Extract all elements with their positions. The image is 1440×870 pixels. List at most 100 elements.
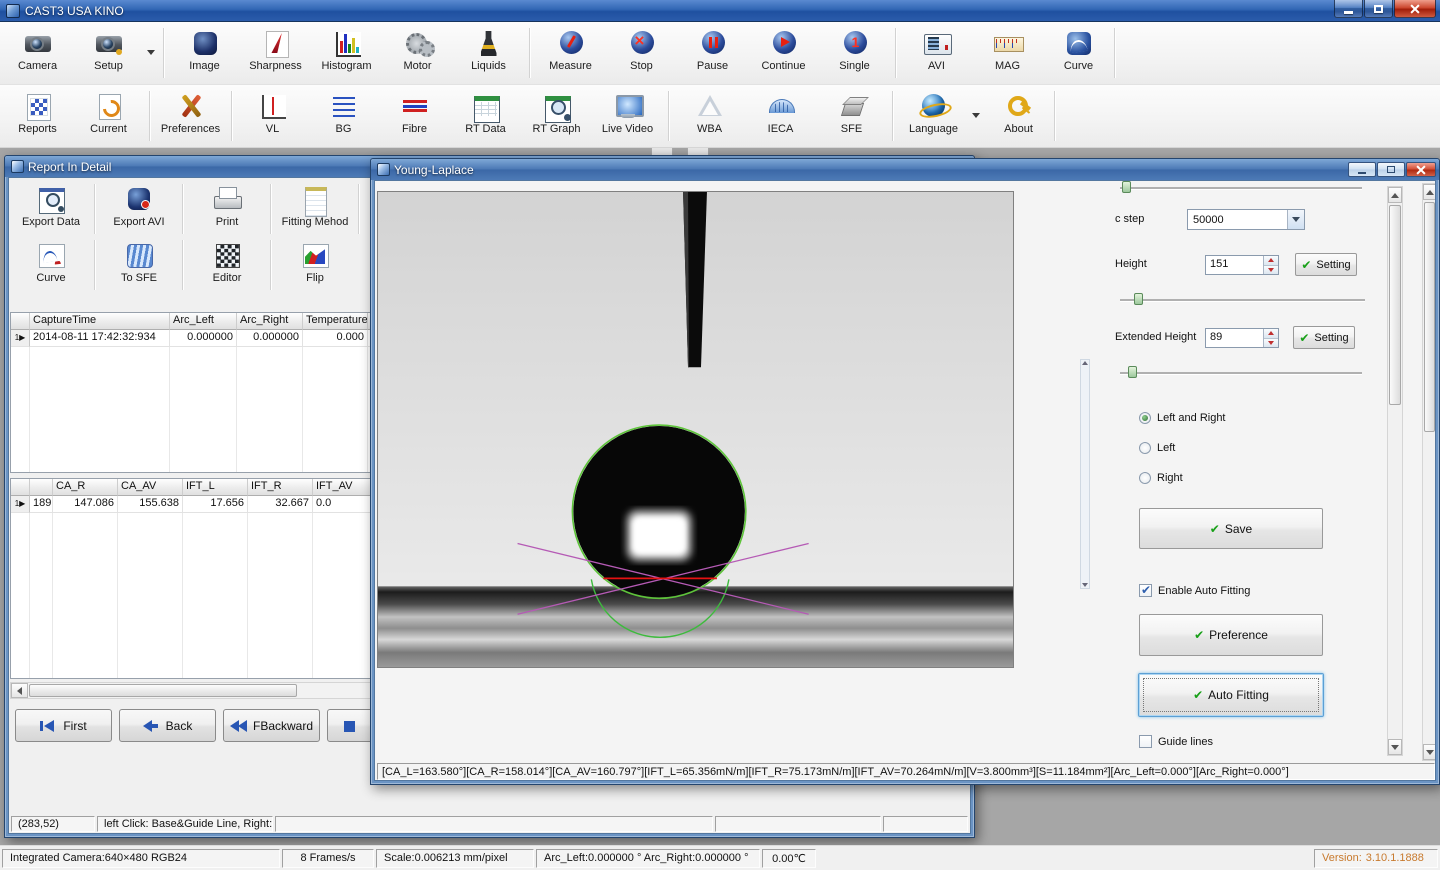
radio-left[interactable]: Left [1139, 442, 1175, 454]
cell-ca-av[interactable]: 155.638 [118, 496, 183, 513]
panel-vscrollbar[interactable] [1387, 186, 1403, 756]
hscrollbar-thumb[interactable] [29, 684, 297, 697]
height-spinner[interactable] [1263, 256, 1278, 274]
scroll-down-button[interactable] [1388, 739, 1402, 755]
scroll-down-icon[interactable] [1082, 583, 1088, 587]
dropdown-button[interactable] [1287, 210, 1304, 229]
toolbar-button[interactable]: Reports [2, 89, 73, 143]
toolbar-button[interactable]: Motor [382, 26, 453, 80]
cell-arc-right[interactable]: 0.000000 [237, 330, 303, 347]
toolbar-button[interactable]: Single [819, 26, 890, 80]
height-setting-button[interactable]: ✔ Setting [1295, 253, 1357, 276]
slider-thumb[interactable] [1122, 181, 1131, 193]
column-header[interactable]: CaptureTime [30, 313, 170, 330]
scroll-left-button[interactable] [11, 683, 28, 698]
scroll-up-icon[interactable] [1082, 361, 1088, 365]
column-header[interactable]: Arc_Right [237, 313, 303, 330]
report-toolbar-button[interactable]: Print [187, 182, 267, 236]
column-header[interactable]: IFT_R [248, 479, 313, 496]
toolbar-button[interactable]: Image [169, 26, 240, 80]
toolbar-button[interactable]: RT Data [450, 89, 521, 143]
toolbar-button[interactable]: Language [898, 89, 969, 143]
spin-down-icon[interactable] [1264, 266, 1278, 275]
slider-thumb[interactable] [1128, 366, 1137, 378]
slider-thumb[interactable] [1134, 293, 1143, 305]
toolbar-button[interactable]: Live Video [592, 89, 663, 143]
top-slider[interactable] [1120, 181, 1362, 193]
extended-height-slider[interactable] [1120, 366, 1362, 378]
maximize-button[interactable] [1364, 0, 1393, 18]
toolbar-button[interactable]: Continue [748, 26, 819, 80]
preference-button[interactable]: ✔ Preference [1139, 614, 1323, 656]
toolbar-button[interactable]: Sharpness [240, 26, 311, 80]
report-toolbar-button[interactable]: Export AVI [99, 182, 179, 236]
toolbar-button[interactable]: Current [73, 89, 144, 143]
toolbar-button[interactable]: Stop [606, 26, 677, 80]
cell-ca-r[interactable]: 147.086 [53, 496, 118, 513]
vscrollbar-thumb[interactable] [1389, 205, 1401, 405]
toolbar-button[interactable]: Preferences [155, 89, 226, 143]
toolbar-button[interactable]: Histogram [311, 26, 382, 80]
height-input[interactable]: 151 [1205, 255, 1279, 275]
drop-image[interactable] [377, 191, 1014, 668]
c-step-select[interactable]: 50000 [1187, 209, 1305, 230]
yl-window-titlebar[interactable]: Young-Laplace [371, 159, 1439, 180]
column-header[interactable]: IFT_L [183, 479, 248, 496]
toolbar-button[interactable]: Setup [73, 26, 144, 80]
extended-height-input[interactable]: 89 [1205, 328, 1279, 348]
report-toolbar-button[interactable]: To SFE [99, 238, 179, 292]
column-header[interactable]: CA_R [53, 479, 118, 496]
window-vscrollbar[interactable] [1422, 183, 1436, 761]
radio-left-and-right[interactable]: Left and Right [1139, 412, 1226, 424]
toolbar-button[interactable]: RT Graph [521, 89, 592, 143]
toolbar-button[interactable]: BG [308, 89, 379, 143]
spin-up-icon[interactable] [1264, 329, 1278, 339]
toolbar-button[interactable]: Measure [535, 26, 606, 80]
cell-temperature[interactable]: 0.000 [303, 330, 368, 347]
report-toolbar-button[interactable]: Export Data [11, 182, 91, 236]
scroll-up-button[interactable] [1388, 187, 1402, 203]
minimize-button[interactable] [1334, 0, 1363, 18]
scroll-up-button[interactable] [1423, 184, 1436, 200]
radio-right[interactable]: Right [1139, 472, 1183, 484]
column-header[interactable]: CA_AV [118, 479, 183, 496]
toolbar-button[interactable]: Liquids [453, 26, 524, 80]
close-button[interactable] [1394, 0, 1436, 18]
yl-minimize-button[interactable] [1348, 162, 1376, 177]
cell-ift-av[interactable]: 0.0 [313, 496, 378, 513]
toolbar-button[interactable]: Fibre [379, 89, 450, 143]
report-toolbar-button[interactable]: Editor [187, 238, 267, 292]
report-toolbar-button[interactable]: Flip [275, 238, 355, 292]
column-header[interactable] [30, 479, 53, 496]
cell-ift-l[interactable]: 17.656 [183, 496, 248, 513]
fbackward-button[interactable]: FBackward [223, 709, 320, 742]
toolbar-button[interactable]: AVI [901, 26, 972, 80]
toolbar-button[interactable]: WBA [674, 89, 745, 143]
guide-lines-checkbox[interactable]: Guide lines [1139, 735, 1213, 748]
save-button[interactable]: ✔ Save [1139, 508, 1323, 549]
toolbar-button[interactable]: IECA [745, 89, 816, 143]
column-header[interactable]: Arc_Left [170, 313, 237, 330]
toolbar-button[interactable]: Curve [1043, 26, 1114, 80]
auto-fitting-button[interactable]: ✔ Auto Fitting [1138, 673, 1324, 717]
toolbar-button[interactable]: Pause [677, 26, 748, 80]
toolbar-button[interactable]: About [983, 89, 1054, 143]
cell-ift-r[interactable]: 32.667 [248, 496, 313, 513]
column-header[interactable]: Temperature [303, 313, 368, 330]
cell-arc-left[interactable]: 0.000000 [170, 330, 237, 347]
toolbar-button[interactable]: VL [237, 89, 308, 143]
image-mini-scrollbar[interactable] [1080, 359, 1090, 589]
extended-height-spinner[interactable] [1263, 329, 1278, 347]
toolbar-button[interactable]: MAG [972, 26, 1043, 80]
column-header[interactable]: IFT_AV [313, 479, 378, 496]
scroll-down-button[interactable] [1423, 744, 1436, 760]
title-bar[interactable]: CAST3 USA KINO [0, 0, 1440, 22]
spin-down-icon[interactable] [1264, 339, 1278, 348]
spin-up-icon[interactable] [1264, 256, 1278, 266]
enable-auto-fitting-checkbox[interactable]: Enable Auto Fitting [1139, 584, 1250, 597]
vscrollbar-thumb[interactable] [1424, 202, 1435, 432]
toolbar-button[interactable]: Camera [2, 26, 73, 80]
yl-maximize-button[interactable] [1377, 162, 1405, 177]
back-button[interactable]: Back [119, 709, 216, 742]
cell-capture-time[interactable]: 2014-08-11 17:42:32:934 [30, 330, 170, 347]
